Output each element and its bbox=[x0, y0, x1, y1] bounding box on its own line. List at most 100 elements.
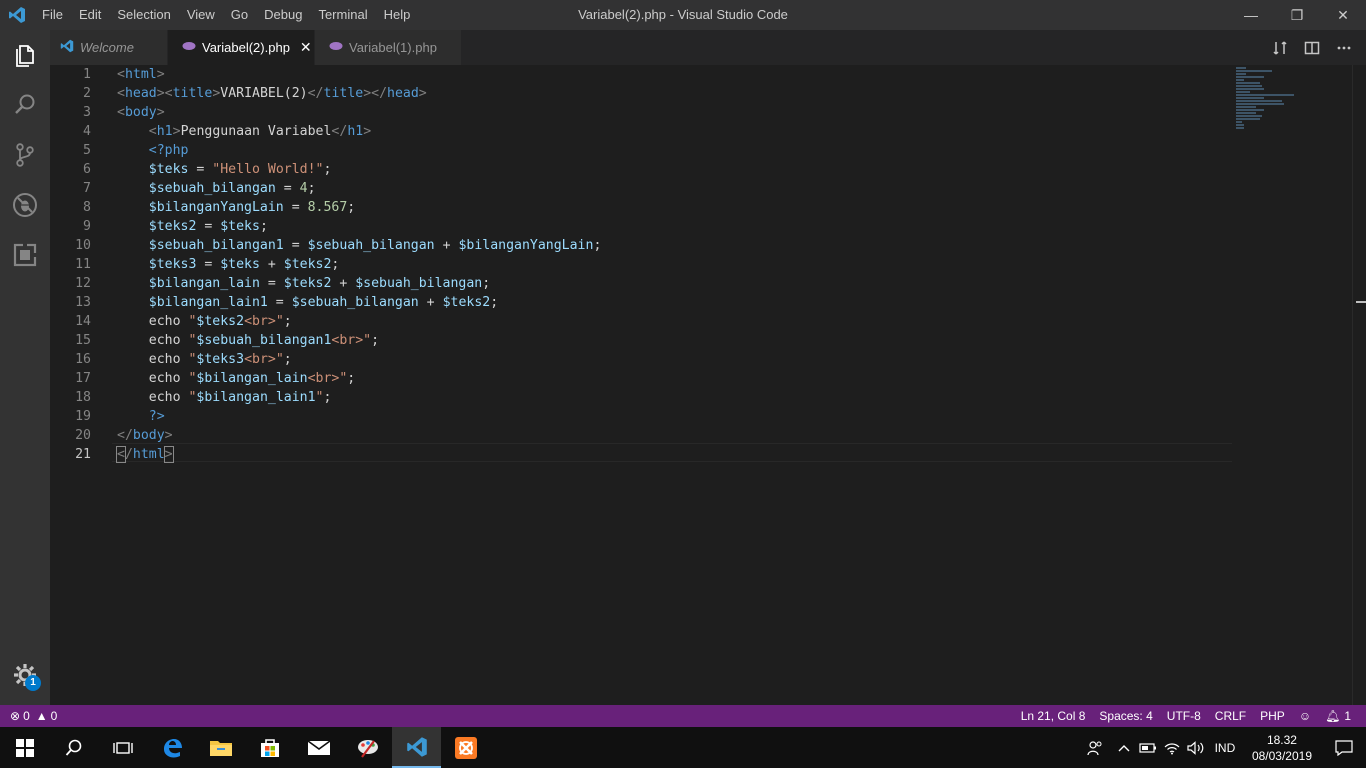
paint-app-icon[interactable] bbox=[343, 727, 392, 768]
people-icon[interactable] bbox=[1078, 727, 1112, 768]
line-number: 16 bbox=[75, 352, 91, 367]
code-line: 20 </body> bbox=[50, 426, 1230, 445]
code-line: 12 $bilangan_lain = $teks2 + $sebuah_bil… bbox=[50, 274, 1230, 293]
menu-bar: File Edit Selection View Go Debug Termin… bbox=[34, 0, 418, 30]
notification-count: 1 bbox=[1344, 709, 1351, 723]
notifications[interactable]: 🔔︎ 1 bbox=[1318, 709, 1358, 723]
line-number: 1 bbox=[83, 67, 91, 82]
vertical-scrollbar[interactable] bbox=[1352, 65, 1366, 705]
menu-help[interactable]: Help bbox=[376, 0, 419, 30]
vscode-tab-icon bbox=[60, 39, 74, 56]
line-number: 14 bbox=[75, 314, 91, 329]
chevron-up-icon[interactable] bbox=[1112, 727, 1136, 768]
line-number: 4 bbox=[83, 124, 91, 139]
menu-go[interactable]: Go bbox=[223, 0, 256, 30]
line-number: 12 bbox=[75, 276, 91, 291]
battery-icon[interactable] bbox=[1136, 727, 1160, 768]
code-line: 7 $sebuah_bilangan = 4; bbox=[50, 179, 1230, 198]
feedback-smiley-icon[interactable]: ☺ bbox=[1292, 709, 1318, 723]
tab-welcome[interactable]: Welcome bbox=[50, 30, 168, 65]
code-line: 16 echo "$teks3<br>"; bbox=[50, 350, 1230, 369]
code-line: 8 $bilanganYangLain = 8.567; bbox=[50, 198, 1230, 217]
close-window-button[interactable]: ✕ bbox=[1320, 0, 1366, 30]
line-number: 15 bbox=[75, 333, 91, 348]
tab-variabel-1[interactable]: Variabel(1).php bbox=[315, 30, 462, 65]
status-bar: ⊗ 0 ▲ 0 Ln 21, Col 8 Spaces: 4 UTF-8 CRL… bbox=[0, 705, 1366, 727]
error-icon: ⊗ bbox=[10, 709, 21, 723]
store-icon[interactable] bbox=[245, 727, 294, 768]
code-text: $teks3 = $teks + $teks2; bbox=[148, 257, 340, 272]
end-of-line[interactable]: CRLF bbox=[1208, 709, 1253, 723]
problems-indicator[interactable]: ⊗ 0 ▲ 0 bbox=[10, 709, 64, 723]
vscode-taskbar-icon[interactable] bbox=[392, 727, 441, 768]
windows-start-icon[interactable] bbox=[0, 727, 49, 768]
code-line: 9 $teks2 = $teks; bbox=[50, 217, 1230, 236]
line-number: 5 bbox=[83, 143, 91, 158]
line-number: 6 bbox=[83, 162, 91, 177]
debug-icon[interactable] bbox=[0, 180, 50, 230]
php-file-icon bbox=[182, 41, 196, 54]
code-line: 19 ?> bbox=[50, 407, 1230, 426]
menu-debug[interactable]: Debug bbox=[256, 0, 310, 30]
cursor-position[interactable]: Ln 21, Col 8 bbox=[1014, 709, 1093, 723]
code-text: $teks = "Hello World!"; bbox=[148, 162, 332, 177]
tab-variabel-2[interactable]: Variabel(2).php ✕ bbox=[168, 30, 315, 65]
menu-terminal[interactable]: Terminal bbox=[310, 0, 375, 30]
code-line: 18 echo "$bilangan_lain1"; bbox=[50, 388, 1230, 407]
code-editor[interactable]: 1 <html> 2 <head><title>VARIABEL(2)</title… bbox=[50, 65, 1366, 705]
split-editor-icon[interactable] bbox=[1296, 30, 1328, 65]
php-file-icon bbox=[329, 41, 343, 54]
line-number: 17 bbox=[75, 371, 91, 386]
indentation[interactable]: Spaces: 4 bbox=[1092, 709, 1159, 723]
line-number: 7 bbox=[83, 181, 91, 196]
minimap[interactable] bbox=[1232, 65, 1352, 705]
taskbar-search-icon[interactable] bbox=[49, 727, 98, 768]
settings-gear-icon[interactable]: 1 bbox=[0, 653, 50, 697]
code-line-current: 21 </html> bbox=[50, 445, 1230, 464]
source-control-icon[interactable] bbox=[0, 130, 50, 180]
files-icon[interactable] bbox=[0, 30, 50, 80]
code-line: 15 echo "$sebuah_bilangan1<br>"; bbox=[50, 331, 1230, 350]
windows-taskbar: IND 18.32 08/03/2019 bbox=[0, 727, 1366, 768]
clock-date: 08/03/2019 bbox=[1251, 748, 1312, 763]
edge-browser-icon[interactable] bbox=[147, 727, 196, 768]
mail-icon[interactable] bbox=[294, 727, 343, 768]
editor-actions bbox=[1264, 30, 1360, 65]
action-center-icon[interactable] bbox=[1322, 727, 1366, 768]
xampp-icon[interactable] bbox=[441, 727, 490, 768]
encoding[interactable]: UTF-8 bbox=[1160, 709, 1208, 723]
language-mode[interactable]: PHP bbox=[1253, 709, 1292, 723]
menu-view[interactable]: View bbox=[179, 0, 223, 30]
maximize-button[interactable]: ❐ bbox=[1274, 0, 1320, 30]
input-language[interactable]: IND bbox=[1208, 727, 1242, 768]
code-text: </body> bbox=[117, 428, 173, 443]
line-number: 13 bbox=[75, 295, 91, 310]
open-changes-icon[interactable] bbox=[1264, 30, 1296, 65]
tab-label: Welcome bbox=[80, 40, 134, 55]
search-icon[interactable] bbox=[0, 80, 50, 130]
code-text: echo "$teks3<br>"; bbox=[117, 352, 292, 367]
menu-file[interactable]: File bbox=[34, 0, 71, 30]
minimize-button[interactable]: — bbox=[1228, 0, 1274, 30]
menu-edit[interactable]: Edit bbox=[71, 0, 109, 30]
volume-icon[interactable] bbox=[1184, 727, 1208, 768]
file-explorer-icon[interactable] bbox=[196, 727, 245, 768]
code-line: 1 <html> bbox=[50, 65, 1230, 84]
wifi-icon[interactable] bbox=[1160, 727, 1184, 768]
clock[interactable]: 18.32 08/03/2019 bbox=[1242, 732, 1322, 764]
menu-selection[interactable]: Selection bbox=[109, 0, 178, 30]
task-view-icon[interactable] bbox=[98, 727, 147, 768]
tab-label: Variabel(1).php bbox=[349, 40, 437, 55]
error-count: 0 bbox=[23, 709, 30, 723]
more-actions-icon[interactable] bbox=[1328, 30, 1360, 65]
line-number: 19 bbox=[75, 409, 91, 424]
extensions-icon[interactable] bbox=[0, 230, 50, 280]
code-text: echo "$teks2<br>"; bbox=[117, 314, 292, 329]
code-line: 14 echo "$teks2<br>"; bbox=[50, 312, 1230, 331]
code-text: echo "$bilangan_lain1"; bbox=[117, 390, 332, 405]
code-text: $sebuah_bilangan1 = $sebuah_bilangan + $… bbox=[148, 238, 602, 253]
code-text: $bilanganYangLain = 8.567; bbox=[148, 200, 356, 215]
vscode-logo-icon bbox=[0, 0, 34, 30]
close-tab-icon[interactable]: ✕ bbox=[300, 39, 312, 56]
code-text: $bilangan_lain1 = $sebuah_bilangan + $te… bbox=[148, 295, 499, 310]
